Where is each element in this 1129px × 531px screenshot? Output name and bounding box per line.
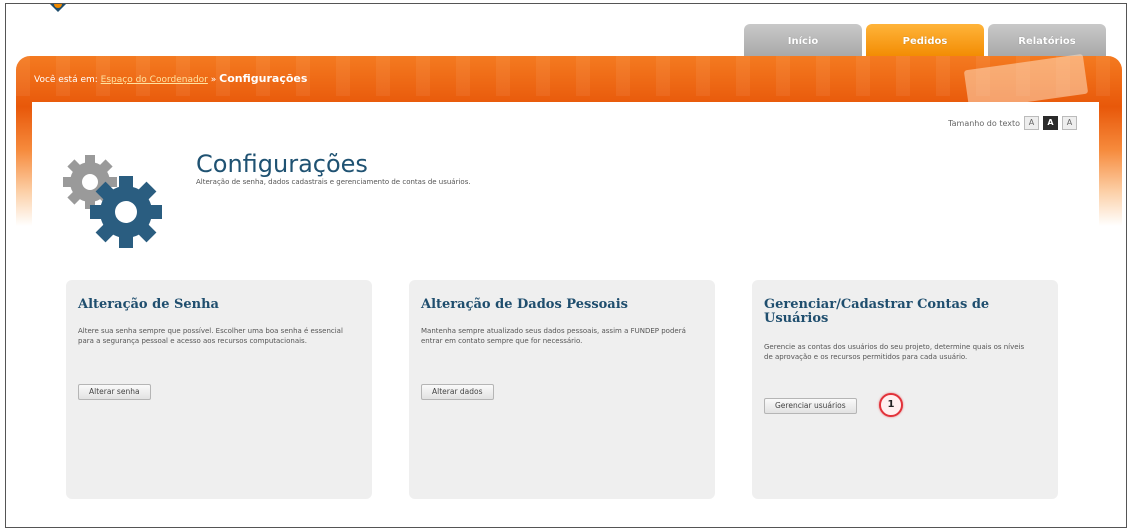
tab-inicio[interactable]: Início [744,24,862,58]
alterar-dados-button[interactable]: Alterar dados [421,384,494,400]
card-title: Gerenciar/Cadastrar Contas de Usuários [764,297,990,326]
text-size-control: Tamanho do texto A A A [948,116,1077,130]
text-size-large-button[interactable]: A [1062,116,1077,130]
top-navigation: Início Pedidos Relatórios [744,24,1106,58]
alterar-senha-button[interactable]: Alterar senha [78,384,151,400]
gerenciar-usuarios-button[interactable]: Gerenciar usuários [764,398,857,414]
breadcrumb-separator: » [210,75,217,85]
text-size-label: Tamanho do texto [948,118,1020,128]
breadcrumb-current: Configurações [219,72,308,85]
logo-icon [50,4,66,12]
page-title: Configurações [196,150,368,178]
breadcrumb-prefix: Você está em: [34,75,98,85]
card-alterar-senha: Alteração de Senha Altere sua senha semp… [66,280,372,499]
tab-relatorios[interactable]: Relatórios [988,24,1106,58]
card-title: Alteração de Senha [78,297,219,312]
step-marker-badge: 1 [879,393,903,417]
breadcrumb: Você está em: Espaço do Coordenador » Co… [34,72,307,85]
card-gerenciar-usuarios: Gerenciar/Cadastrar Contas de Usuários G… [752,280,1058,499]
text-size-small-button[interactable]: A [1024,116,1039,130]
breadcrumb-link-coordenador[interactable]: Espaço do Coordenador [101,75,208,85]
browser-viewport: Início Pedidos Relatórios Você está em: … [5,3,1127,528]
card-description: Altere sua senha sempre que possível. Es… [78,327,343,345]
card-alterar-dados: Alteração de Dados Pessoais Mantenha sem… [409,280,715,499]
page-subtitle: Alteração de senha, dados cadastrais e g… [196,178,471,186]
text-size-medium-button[interactable]: A [1043,116,1058,130]
gears-icon [63,155,162,248]
card-description: Gerencie as contas dos usuários do seu p… [764,343,1025,361]
card-title: Alteração de Dados Pessoais [421,297,628,312]
content-panel: Tamanho do texto A A A Configurações Alt… [32,102,1099,524]
card-description: Mantenha sempre atualizado seus dados pe… [421,327,686,345]
tab-pedidos[interactable]: Pedidos [866,24,984,58]
